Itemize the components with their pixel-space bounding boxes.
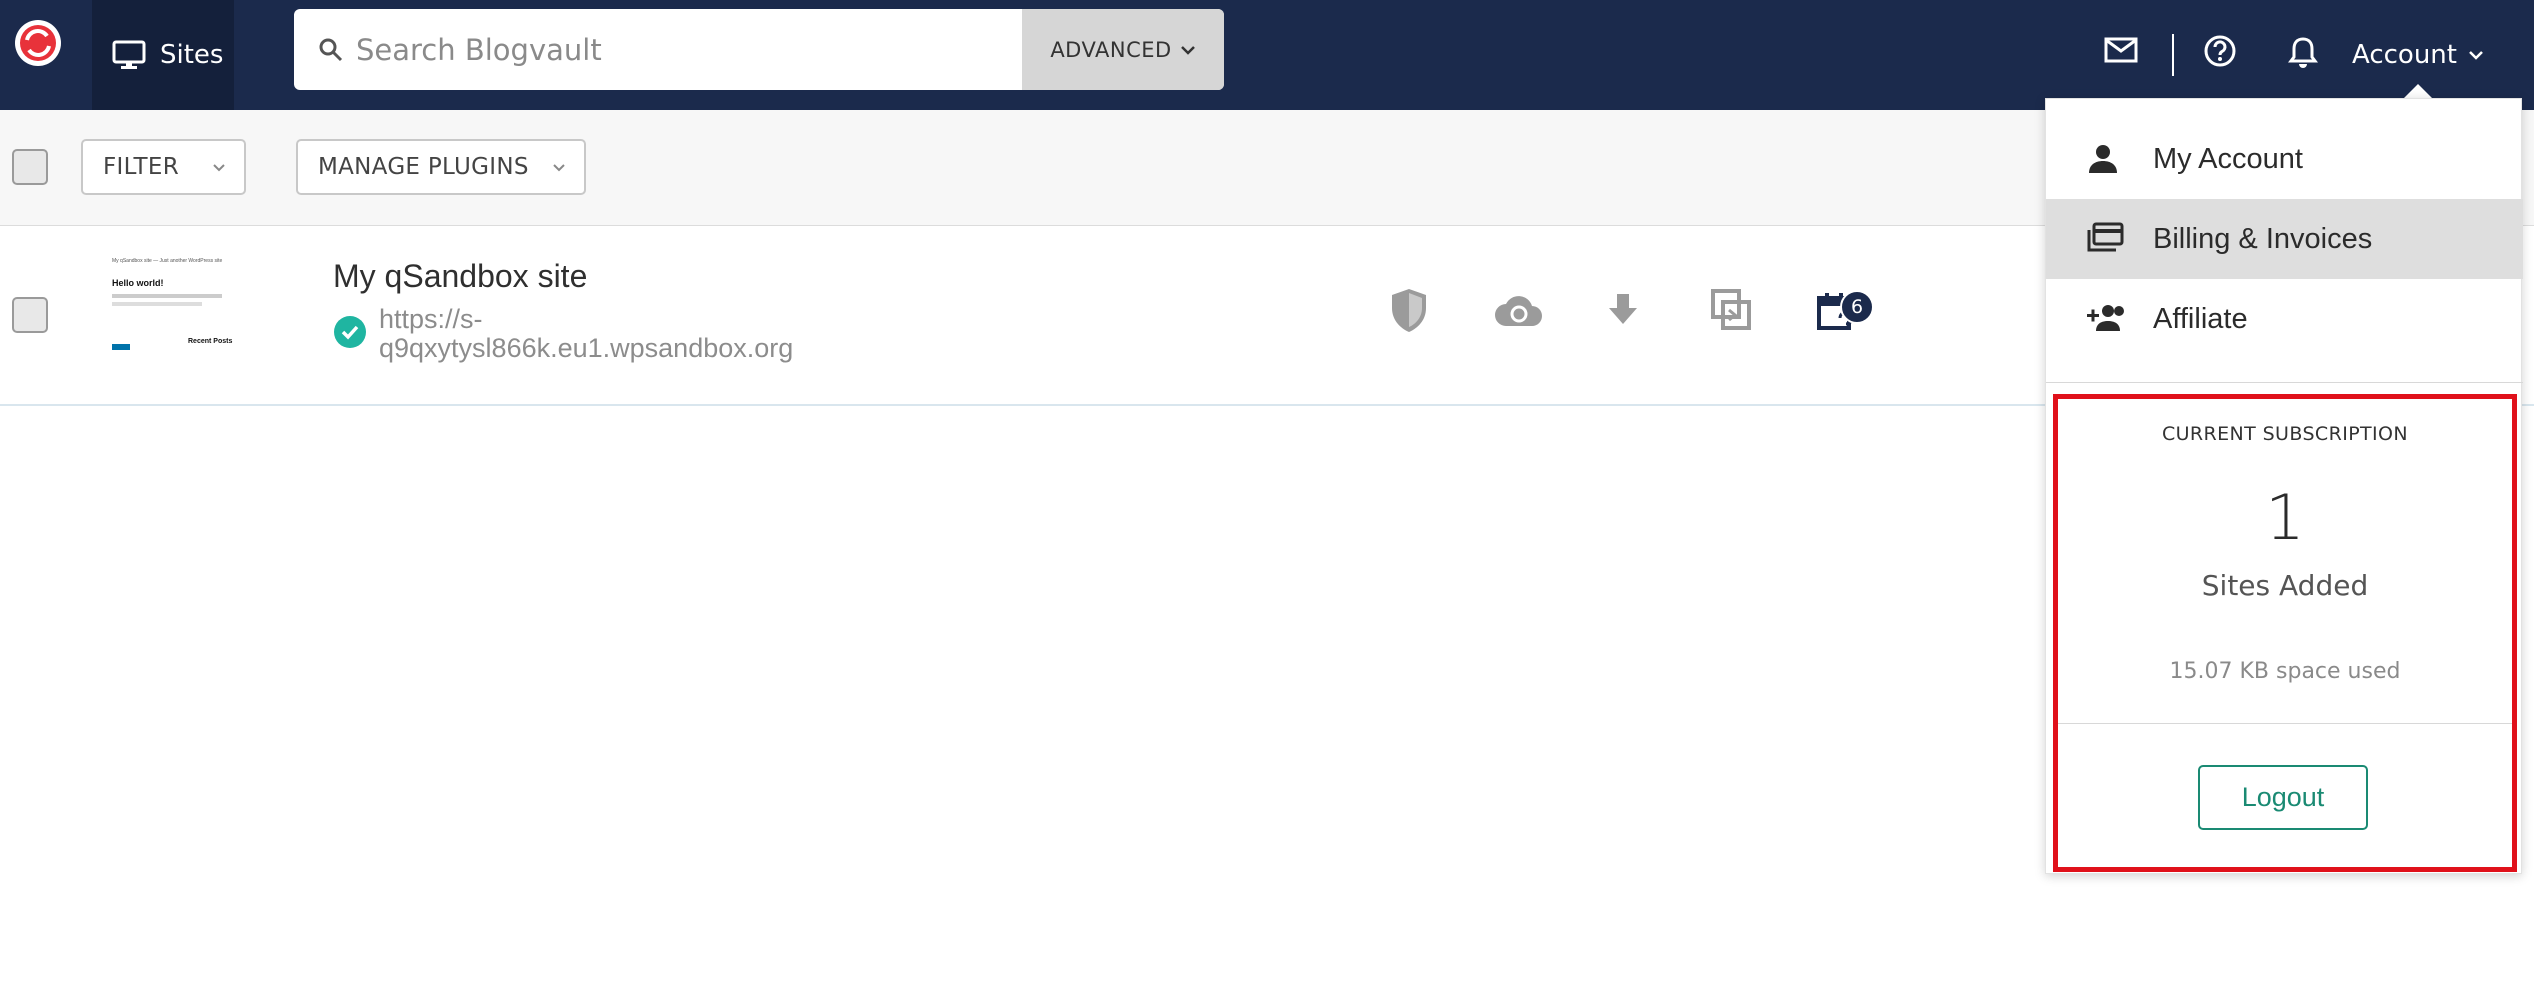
- space-used-text: 15.07 KB space used: [2169, 659, 2401, 684]
- add-user-icon: [2087, 305, 2124, 331]
- migrate-icon[interactable]: [1710, 288, 1752, 336]
- billing-card-icon: [2087, 222, 2124, 252]
- thumbnail-widget: Recent Posts: [188, 338, 233, 345]
- account-menu-toggle[interactable]: Account: [2352, 40, 2485, 70]
- filter-button-label: FILTER: [103, 154, 180, 180]
- chevron-down-icon: [1180, 45, 1195, 55]
- sites-tab[interactable]: Sites: [92, 0, 234, 110]
- subscription-title: CURRENT SUBSCRIPTION: [2161, 423, 2409, 445]
- filter-button[interactable]: FILTER: [81, 139, 246, 195]
- top-navigation-bar: Sites ADVANCED: [0, 0, 2534, 110]
- search-icon: [319, 38, 343, 61]
- menu-item-affiliate[interactable]: Affiliate: [2046, 279, 2523, 359]
- scheduled-count-badge: 6: [1840, 290, 1874, 324]
- manage-plugins-button[interactable]: MANAGE PLUGINS: [296, 139, 586, 195]
- logout-button[interactable]: Logout: [2198, 765, 2368, 830]
- menu-item-label: My Account: [2153, 142, 2303, 175]
- sites-count: 1: [2265, 481, 2305, 554]
- menu-divider: [2046, 382, 2523, 383]
- menu-item-label: Affiliate: [2153, 302, 2248, 335]
- advanced-search-label: ADVANCED: [1050, 37, 1172, 62]
- cloud-backup-icon[interactable]: [1492, 292, 1544, 332]
- bell-icon[interactable]: [2288, 36, 2318, 74]
- sites-added-label: Sites Added: [2201, 569, 2369, 602]
- person-icon: [2089, 145, 2117, 173]
- help-icon[interactable]: [2203, 34, 2237, 72]
- shield-icon[interactable]: [1388, 286, 1430, 338]
- chevron-down-icon: [553, 164, 565, 172]
- thumbnail-header: My qSandbox site — Just another WordPres…: [112, 258, 223, 264]
- menu-item-label: Billing & Invoices: [2153, 222, 2373, 255]
- mail-icon[interactable]: [2104, 36, 2138, 68]
- select-all-checkbox[interactable]: [12, 149, 48, 185]
- sites-tab-label: Sites: [160, 40, 224, 70]
- chevron-down-icon: [2469, 51, 2483, 60]
- subscription-divider: [2058, 723, 2512, 724]
- menu-item-billing[interactable]: Billing & Invoices: [2046, 199, 2523, 279]
- download-icon[interactable]: [1606, 292, 1640, 332]
- nav-divider: [2172, 34, 2174, 76]
- menu-item-my-account[interactable]: My Account: [2046, 119, 2523, 199]
- manage-plugins-label: MANAGE PLUGINS: [318, 154, 529, 180]
- site-url[interactable]: https://s-q9qxytysl866k.eu1.wpsandbox.or…: [379, 305, 849, 363]
- search-input[interactable]: [356, 32, 956, 67]
- site-status-check-icon: [334, 316, 366, 348]
- thumbnail-heading: Hello world!: [112, 278, 164, 288]
- blogvault-logo[interactable]: [13, 18, 63, 68]
- site-select-checkbox[interactable]: [12, 297, 48, 333]
- subscription-panel: CURRENT SUBSCRIPTION 1 Sites Added 15.07…: [2053, 394, 2517, 872]
- site-thumbnail[interactable]: My qSandbox site — Just another WordPres…: [102, 250, 250, 380]
- monitor-icon: [112, 40, 146, 69]
- chevron-down-icon: [213, 164, 225, 172]
- advanced-search-button[interactable]: ADVANCED: [1022, 9, 1224, 90]
- search-bar: ADVANCED: [294, 9, 1224, 90]
- site-title[interactable]: My qSandbox site: [333, 258, 587, 295]
- account-label: Account: [2352, 40, 2457, 70]
- search-field[interactable]: [294, 9, 1022, 90]
